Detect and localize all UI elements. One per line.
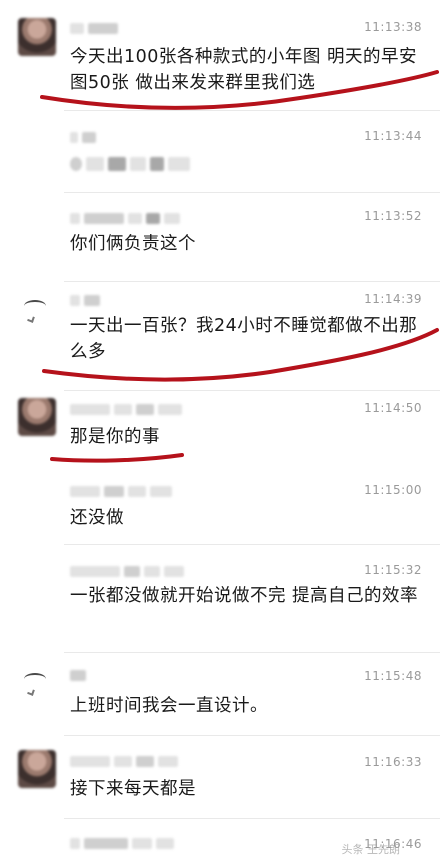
message-text[interactable]: 你们俩负责这个: [70, 231, 422, 257]
chat-message-5: 11:14:50 那是你的事: [0, 391, 440, 469]
sender-name-blurred: [70, 131, 96, 143]
chat-message-4: 11:14:39 一天出一百张？我24小时不睡觉都做不出那么多: [0, 282, 440, 390]
message-text[interactable]: 上班时间我会一直设计。: [70, 693, 422, 719]
chat-message-6: 11:15:00 还没做: [0, 470, 440, 544]
message-time: 11:15:32: [364, 563, 422, 577]
sender-avatar[interactable]: [18, 665, 56, 703]
sender-name-blurred: [70, 403, 182, 415]
message-time: 11:14:39: [364, 292, 422, 306]
message-time: 11:13:44: [364, 129, 422, 143]
watermark: 头条 王先朗: [341, 843, 401, 856]
sender-name-blurred: [70, 755, 178, 767]
sender-name-blurred: [70, 837, 174, 849]
chat-message-7: 11:15:32 一张都没做就开始说做不完 提高自己的效率: [0, 545, 440, 653]
message-time: 11:14:50: [364, 401, 422, 415]
sender-name-blurred: [70, 485, 172, 497]
sender-avatar[interactable]: [18, 18, 56, 56]
message-text[interactable]: 接下来每天都是: [70, 776, 422, 802]
sender-avatar[interactable]: [18, 292, 56, 330]
message-time: 11:13:38: [364, 20, 422, 34]
sender-name-blurred: [70, 294, 100, 306]
message-text[interactable]: 还没做: [70, 505, 422, 531]
message-text[interactable]: 今天出100张各种款式的小年图 明天的早安图50张 做出来发来群里我们选: [70, 44, 422, 96]
sender-name-blurred: [70, 565, 184, 577]
chat-message-2: 11:13:44: [0, 111, 440, 193]
message-time: 11:15:48: [364, 669, 422, 683]
message-time: 11:16:33: [364, 755, 422, 769]
chat-message-9: 11:16:33 接下来每天都是: [0, 736, 440, 818]
message-content-blurred[interactable]: [70, 155, 190, 173]
sender-name-blurred: [70, 669, 86, 681]
sender-name-blurred: [70, 212, 180, 224]
sender-avatar[interactable]: [18, 398, 56, 436]
message-time: 11:15:00: [364, 483, 422, 497]
sender-name-blurred: [70, 22, 118, 34]
message-text[interactable]: 一张都没做就开始说做不完 提高自己的效率: [70, 583, 422, 609]
chat-message-1: 11:13:38 今天出100张各种款式的小年图 明天的早安图50张 做出来发来…: [0, 0, 440, 108]
message-text[interactable]: 那是你的事: [70, 424, 422, 450]
message-text[interactable]: 一天出一百张？我24小时不睡觉都做不出那么多: [70, 313, 422, 365]
message-time: 11:13:52: [364, 209, 422, 223]
sender-avatar[interactable]: [18, 750, 56, 788]
chat-message-8: 11:15:48 上班时间我会一直设计。: [0, 653, 440, 735]
chat-message-3: 11:13:52 你们俩负责这个: [0, 193, 440, 281]
